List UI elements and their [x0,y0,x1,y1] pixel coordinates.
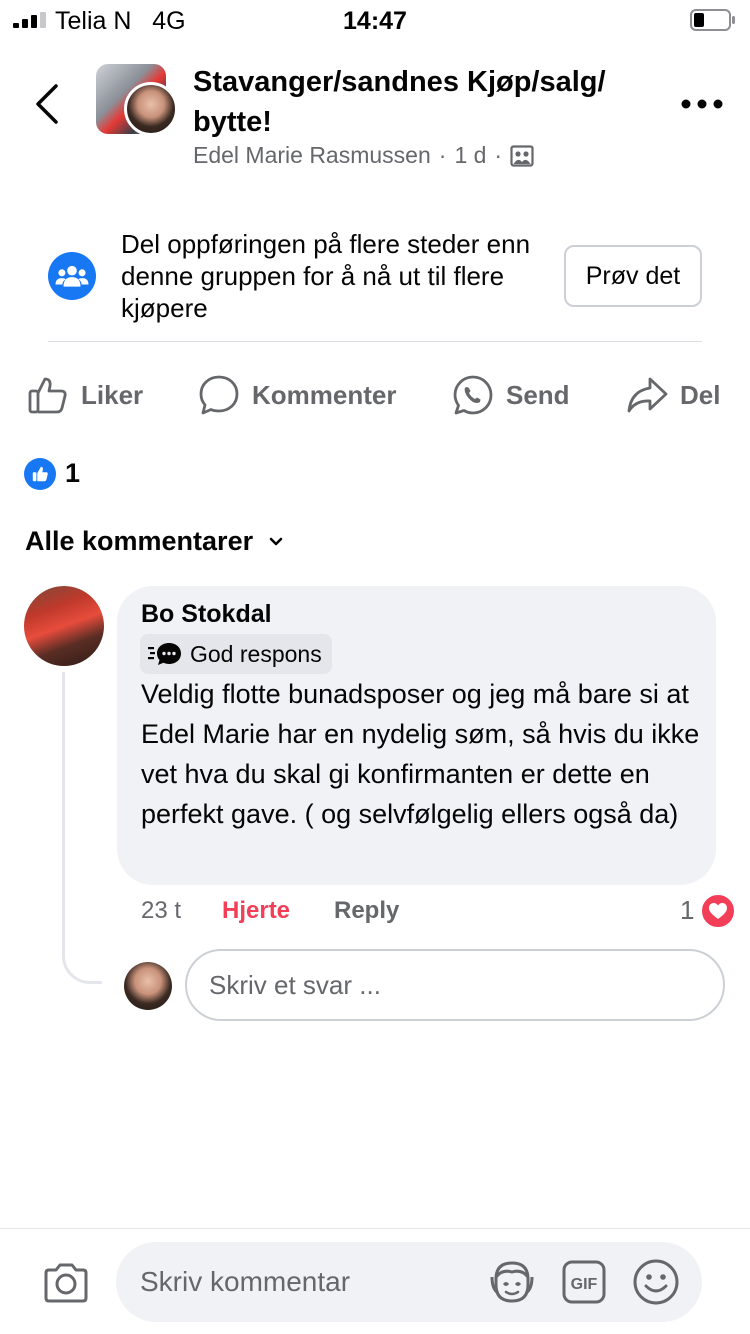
send-button[interactable]: Send [452,372,570,418]
reply-input[interactable] [185,949,725,1021]
current-user-avatar [124,962,172,1010]
like-reaction-icon[interactable] [24,458,56,490]
share-button[interactable]: Del [626,372,720,418]
status-time: 14:47 [343,7,407,35]
badge-label: God respons [190,640,322,667]
comment-label: Kommenter [252,379,397,410]
chevron-down-icon [269,537,283,545]
comment-button[interactable]: Kommenter [198,372,396,418]
share-arrow-icon [627,377,668,413]
back-button[interactable] [30,82,66,126]
meta-separator: · [438,142,447,168]
whatsapp-icon [453,375,493,415]
gif-button[interactable]: GIF [562,1260,606,1304]
post-age: 1 d [454,142,487,168]
comments-filter[interactable]: Alle kommentarer [25,526,283,557]
comment-reply-button[interactable]: Reply [334,897,399,925]
thread-line [62,672,102,984]
more-options-button[interactable] [680,92,724,116]
gif-icon: GIF [562,1260,606,1304]
camera-icon [44,1263,88,1303]
comments-filter-label: Alle kommentarer [25,526,254,556]
post-meta: Edel Marie Rasmussen · 1 d · [193,142,534,169]
battery-icon [690,9,735,31]
status-bar: Telia N 4G 14:47 [0,0,750,40]
avatar-sticker-icon [490,1261,534,1303]
camera-button[interactable] [42,1262,90,1304]
emoji-icon [633,1259,679,1305]
comment-author[interactable]: Bo Stokdal [141,600,272,629]
author-name[interactable]: Edel Marie Rasmussen [193,142,431,169]
comment-reaction-count[interactable]: 1 [680,895,694,926]
people-glyph [55,265,89,287]
comment-input[interactable] [140,1258,470,1306]
divider [48,341,702,342]
chevron-left-icon [36,84,58,124]
like-label: Liker [81,379,144,410]
heart-reaction-icon[interactable] [700,893,736,929]
try-it-button[interactable]: Prøv det [564,245,702,307]
like-button[interactable]: Liker [27,372,143,418]
commenter-avatar[interactable] [24,586,104,666]
emoji-button[interactable] [632,1258,680,1306]
share-prompt-text: Del oppføringen på flere steder enn denn… [121,229,531,323]
group-title[interactable]: Stavanger/sandnes Kjøp/salg/ bytte! [193,62,663,142]
top-responder-badge: God respons [140,634,332,674]
fast-responder-icon [148,643,181,665]
send-label: Send [506,379,570,410]
comment-bubble-icon [199,375,239,415]
author-avatar[interactable] [124,82,178,136]
avatar-sticker-button[interactable] [488,1259,536,1305]
comment-time: 23 t [141,897,182,924]
group-people-icon [48,252,96,300]
comment-text: Veldig flotte bunadsposer og jeg må bare… [141,679,700,829]
heart-glyph [709,903,727,919]
share-label: Del [680,379,721,410]
meta-separator: · [494,142,503,168]
thumbs-up-outline-icon [28,377,67,414]
comment-heart-button[interactable]: Hjerte [222,897,290,925]
svg-text:GIF: GIF [571,1276,598,1293]
group-members-icon [510,144,534,167]
reaction-count[interactable]: 1 [65,458,80,489]
more-dots-icon [681,99,723,109]
thumbs-up-glyph [32,466,48,482]
